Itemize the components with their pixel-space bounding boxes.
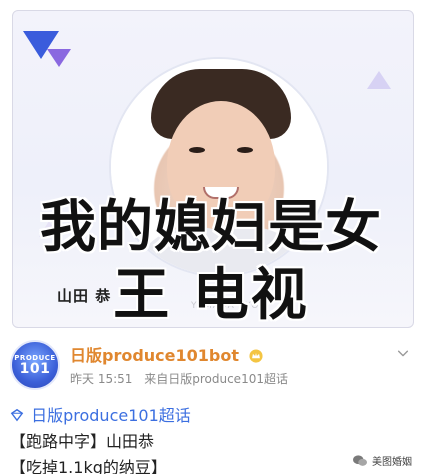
diamond-icon [10, 408, 24, 422]
overlay-caption-2: 王 电视 [113, 263, 309, 328]
decor-triangle [47, 49, 71, 67]
post-line-1: 【跑路中字】山田恭 [10, 432, 155, 451]
decor-triangle [367, 71, 391, 89]
topic-text: 日版produce101超话 [31, 406, 191, 425]
avatar[interactable]: PRODUCE 101 [10, 340, 60, 390]
crown-icon [249, 349, 263, 363]
post-time: 昨天 15:51 [70, 372, 133, 386]
post-meta: 昨天 15:51 来自日版produce101超话 [70, 370, 296, 387]
source-watermark: 美图婚姻 [352, 453, 412, 468]
post-source[interactable]: 来自日版produce101超话 [144, 372, 288, 386]
avatar-number: 101 [19, 360, 51, 377]
post-line-2: 【吃掉1.1kg的纳豆】 [10, 458, 167, 474]
chevron-down-icon[interactable] [396, 346, 410, 360]
source-watermark-text: 美图婚姻 [372, 457, 412, 468]
author-handle[interactable]: 日版produce101bot [70, 342, 263, 366]
topic-link[interactable]: 日版produce101超话 [10, 402, 191, 426]
wechat-icon [353, 454, 367, 466]
author-handle-text: 日版produce101bot [70, 346, 240, 365]
